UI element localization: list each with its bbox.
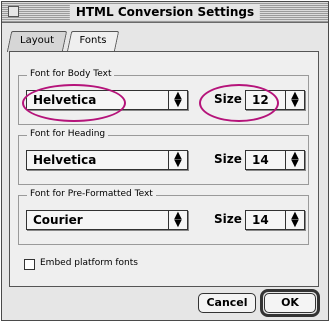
tab-fonts-label: Fonts [79,35,107,46]
body-font-popup[interactable]: Helvetica ▲ ▼ [26,90,188,110]
fonts-panel: Font for Body Text Helvetica ▲ ▼ Size 12 … [9,51,319,287]
body-size-label: Size [214,92,242,106]
window-title: HTML Conversion Settings [69,4,261,20]
body-text-legend: Font for Body Text [27,69,115,79]
body-size-value: 12 [252,93,269,107]
heading-size-popup[interactable]: 14 ▲ ▼ [245,150,305,170]
tab-layout-label: Layout [20,35,54,46]
preformatted-size-popup[interactable]: 14 ▲ ▼ [245,210,305,230]
body-text-group: Font for Body Text Helvetica ▲ ▼ Size 12 … [18,69,309,125]
heading-size-label: Size [214,152,242,166]
preformatted-legend: Font for Pre-Formatted Text [27,189,156,199]
heading-group: Font for Heading Helvetica ▲ ▼ Size 14 ▲ ▼ [18,129,309,185]
preformatted-font-value: Courier [33,213,83,227]
preformatted-size-label: Size [214,212,242,226]
close-box-icon[interactable] [8,6,19,17]
tab-layout[interactable]: Layout [6,31,68,52]
ok-button[interactable]: OK [264,293,316,313]
preformatted-group: Font for Pre-Formatted Text Courier ▲ ▼ S… [18,189,309,245]
embed-fonts-checkbox[interactable] [24,259,35,270]
heading-legend: Font for Heading [27,129,109,139]
up-down-arrows-icon: ▲ ▼ [285,91,304,109]
heading-font-popup[interactable]: Helvetica ▲ ▼ [26,150,188,170]
title-bar[interactable]: HTML Conversion Settings [2,2,328,23]
up-down-arrows-icon: ▲ ▼ [285,151,304,169]
cancel-button[interactable]: Cancel [198,293,256,313]
up-down-arrows-icon: ▲ ▼ [168,151,187,169]
tab-fonts[interactable]: Fonts [66,31,120,52]
up-down-arrows-icon: ▲ ▼ [285,211,304,229]
body-size-popup[interactable]: 12 ▲ ▼ [245,90,305,110]
heading-size-value: 14 [252,153,269,167]
preformatted-size-value: 14 [252,213,269,227]
heading-font-value: Helvetica [33,153,97,167]
up-down-arrows-icon: ▲ ▼ [168,91,187,109]
body-font-value: Helvetica [33,93,97,107]
up-down-arrows-icon: ▲ ▼ [168,211,187,229]
preformatted-font-popup[interactable]: Courier ▲ ▼ [26,210,188,230]
embed-fonts-label[interactable]: Embed platform fonts [40,258,138,268]
